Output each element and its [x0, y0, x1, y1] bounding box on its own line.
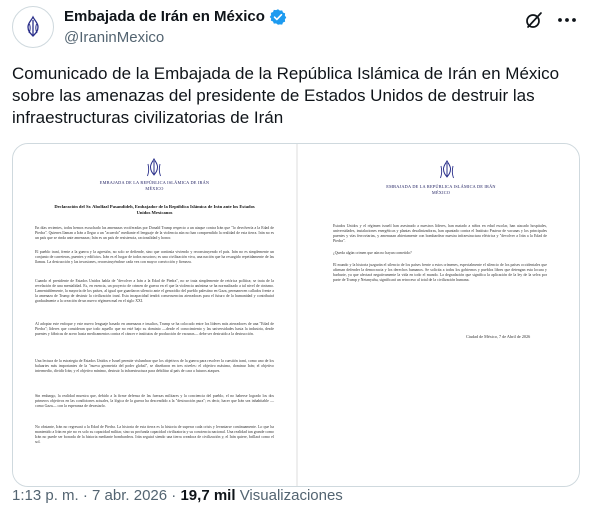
- tweet-footer: 1:13 p. m. · 7 abr. 2026 · 19,7 mil Visu…: [12, 486, 343, 506]
- document-paragraph: Al adoptar este enfoque y este nuevo len…: [35, 322, 274, 337]
- separator: ·: [171, 487, 177, 504]
- tweet-text: Comunicado de la Embajada de la Repúblic…: [12, 64, 560, 127]
- separator: ·: [82, 487, 88, 504]
- document-paragraph: No obstante, Irán no regresará a la Edad…: [35, 425, 274, 445]
- document-paragraph: En días recientes, todos hemos escuchado…: [35, 226, 274, 241]
- document-page-2[interactable]: EMBAJADA DE LA REPÚBLICA ISLÁMICA DE IRÁ…: [298, 144, 579, 486]
- document-header: EMBAJADA DE LA REPÚBLICA ISLÁMICA DE IRÁ…: [99, 180, 210, 191]
- views-label: Visualizaciones: [239, 487, 343, 504]
- iran-emblem-icon: [147, 158, 161, 177]
- account-handle[interactable]: @IraninMexico: [64, 28, 164, 48]
- tweet-date[interactable]: 7 abr. 2026: [92, 487, 167, 504]
- document-paragraph: El pueblo iraní, frente a la guerra y la…: [35, 250, 274, 265]
- document-signature: Ciudad de México, 7 de Abril de 2026: [466, 334, 531, 339]
- profile-avatar[interactable]: [12, 6, 54, 48]
- document-paragraph: ¿Queda algún crimen que aún no hayan com…: [333, 251, 412, 255]
- document-title: Declaración del Sr. Abolfazl Pasandideh,…: [54, 204, 255, 215]
- iran-emblem-icon: [440, 160, 454, 179]
- display-name[interactable]: Embajada de Irán en México: [64, 7, 265, 27]
- grok-icon[interactable]: [524, 10, 544, 30]
- document-header: EMBAJADA DE LA REPÚBLICA ISLÁMICA DE IRÁ…: [386, 184, 496, 195]
- document-paragraph: El mundo y la historia juzgarán el silen…: [333, 263, 547, 283]
- iran-emblem-avatar-icon: [27, 15, 39, 37]
- name-row: Embajada de Irán en México: [64, 7, 287, 27]
- document-page-1[interactable]: EMBAJADA DE LA REPÚBLICA ISLÁMICA DE IRÁ…: [13, 144, 296, 486]
- document-paragraph: Sin embargo, la realidad muestra que, de…: [35, 394, 274, 409]
- document-paragraph: Una lectura de la estrategia de Estados …: [35, 359, 274, 374]
- tweet-time[interactable]: 1:13 p. m.: [12, 487, 79, 504]
- views-count: 19,7 mil: [180, 487, 236, 504]
- verified-badge-icon: [269, 9, 287, 25]
- tweet-media[interactable]: EMBAJADA DE LA REPÚBLICA ISLÁMICA DE IRÁ…: [12, 143, 580, 487]
- tweet-header: Embajada de Irán en México @IraninMexico: [12, 4, 580, 52]
- document-paragraph: Cuando el presidente de Estados Unidos h…: [35, 279, 274, 304]
- more-options-icon[interactable]: [556, 10, 578, 30]
- document-paragraph: Estados Unidos y el régimen israelí han …: [333, 224, 547, 244]
